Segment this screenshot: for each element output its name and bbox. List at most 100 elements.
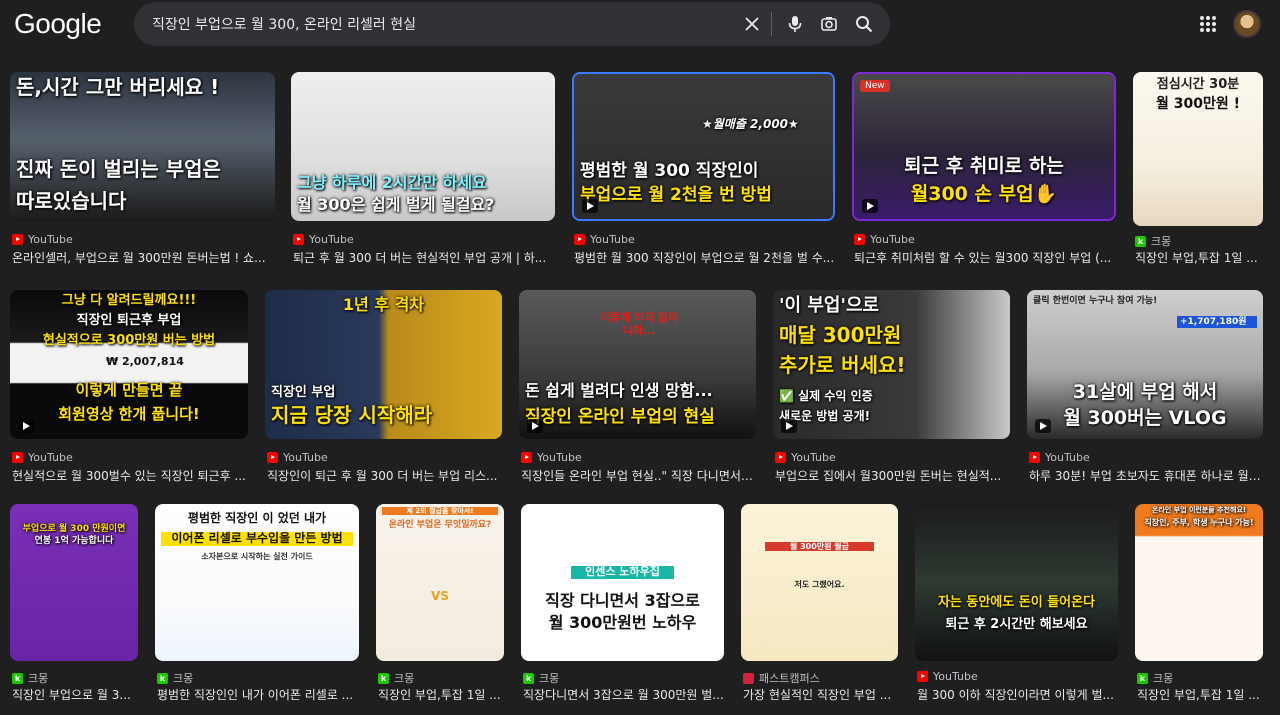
results-row-2: 그냥 다 알려드릴께요!!! 직장인 퇴근후 부업 현실적으로 300만원 버는… (0, 290, 1280, 490)
thumbnail-caption: 연봉 1억 가능합니다 (34, 536, 114, 546)
thumbnail-caption: 직장인 온라인 부업의 현실 (525, 407, 715, 427)
result-title[interactable]: 월 300 이하 직장인이라면 이렇게 벌... (917, 686, 1118, 703)
source-label: YouTube (537, 451, 582, 464)
thumbnail-caption: 월300 손 부업✋ (910, 183, 1058, 205)
result-thumbnail[interactable]: 그냥 하루에 2시간만 하세요 월 300은 쉽게 벌게 될걸요? (291, 72, 555, 221)
result-thumbnail[interactable]: 평범한 직장인 이 었던 내가 이어폰 리셀로 부수입을 만든 방법 소자본으로… (155, 504, 359, 661)
result-thumbnail[interactable]: 온라인 부업 이런분들 추천해요! 직장인, 주부, 학생 누구나 가능! (1135, 504, 1263, 661)
thumbnail-caption: 회원영상 한개 풉니다! (58, 405, 200, 423)
thumbnail-caption: 온라인 부업은 무엇일까요? (388, 520, 492, 530)
google-logo[interactable]: Google (14, 8, 102, 40)
result-title[interactable]: 직장다니면서 3잡으로 월 300만원 벌... (523, 686, 724, 703)
result-thumbnail[interactable]: 이렇게 하지 말라니까... 돈 쉽게 벌려다 인생 망함... 직장인 온라인… (519, 290, 756, 439)
youtube-icon (267, 452, 278, 463)
result-title[interactable]: 직장인들 온라인 부업 현실.." 직장 다니면서 ... (521, 467, 756, 484)
thumbnail-caption: 제 2의 월급을 찾아서! (382, 507, 498, 516)
result-source: k 크몽 (12, 670, 48, 686)
thumbnail-caption: 퇴근 후 취미로 하는 (904, 155, 1064, 177)
source-label: YouTube (309, 233, 354, 246)
result-title[interactable]: 퇴근후 취미처럼 할 수 있는 월300 직장인 부업 (... (854, 249, 1116, 266)
play-icon (862, 199, 878, 213)
source-label: 크몽 (394, 672, 415, 685)
microphone-icon[interactable] (784, 13, 806, 35)
play-icon (781, 419, 797, 433)
result-title[interactable]: 직장인 부업,투잡 1일 ... (378, 686, 504, 703)
result-title[interactable]: 직장인 부업으로 월 3... (12, 686, 138, 703)
search-input[interactable]: 직장인 부업으로 월 300, 온라인 리셀러 현실 (152, 14, 416, 34)
search-box[interactable]: 직장인 부업으로 월 300, 온라인 리셀러 현실 (134, 2, 890, 46)
thumbnail-caption: 직장인 퇴근후 부업 (76, 313, 182, 328)
thumbnail-caption: 월 300만원 ! (1156, 96, 1240, 112)
thumbnail-caption: 매달 300만원 (779, 323, 902, 347)
result-thumbnail[interactable]: 부업으로 월 300 만원이면 연봉 1억 가능합니다 (10, 504, 138, 661)
fastcampus-icon (743, 672, 754, 684)
source-label: 크몽 (539, 672, 560, 685)
result-source: YouTube (775, 451, 836, 464)
thumbnail-caption: 이렇게 하지 말라니까... (599, 311, 679, 337)
result-source: YouTube (854, 233, 915, 246)
thumbnail-caption: 소자본으로 시작하는 실전 가이드 (201, 552, 313, 561)
result-title[interactable]: 하루 30분! 부업 초보자도 휴대폰 하나로 월 ... (1029, 467, 1263, 484)
youtube-icon (854, 234, 865, 245)
result-thumbnail[interactable]: 클릭 한번이면 누구나 참여 가능! +1,707,180원 31살에 부업 해… (1027, 290, 1263, 439)
result-title[interactable]: 현실적으로 월 300벌수 있는 직장인 퇴근후 ... (12, 467, 248, 484)
thumbnail-caption: 이렇게 만들면 끝 (75, 381, 183, 399)
result-title[interactable]: 직장인 부업,투잡 1일 ... (1137, 686, 1263, 703)
result-title[interactable]: 퇴근 후 월 300 더 버는 현실적인 부업 공개 | 하... (293, 249, 555, 266)
new-badge: New (860, 80, 890, 92)
result-thumbnail[interactable]: 자는 동안에도 돈이 들어온다 퇴근 후 2시간만 해보세요 (915, 504, 1118, 661)
youtube-icon (12, 452, 23, 463)
thumbnail-caption: 새로운 방법 공개! (779, 409, 871, 423)
result-thumbnail[interactable]: 그냥 다 알려드릴께요!!! 직장인 퇴근후 부업 현실적으로 300만원 버는… (10, 290, 248, 439)
youtube-icon (521, 452, 532, 463)
youtube-icon (574, 234, 585, 245)
result-title[interactable]: 온라인셀러, 부업으로 월 300만원 돈버는법 ! 쇼... (12, 249, 275, 266)
source-label: YouTube (28, 233, 73, 246)
result-thumbnail[interactable]: New 퇴근 후 취미로 하는 월300 손 부업✋ (852, 72, 1116, 221)
result-thumbnail[interactable]: 제 2의 월급을 찾아서! 온라인 부업은 무엇일까요? VS (376, 504, 504, 661)
thumbnail-caption: 점심시간 30분 (1156, 77, 1240, 92)
source-label: YouTube (933, 670, 978, 683)
result-title[interactable]: 가장 현실적인 직장인 부업 ... (743, 686, 898, 703)
source-label: YouTube (590, 233, 635, 246)
thumbnail-caption: 월 300버는 VLOG (1063, 407, 1227, 429)
thumbnail-caption: 지금 당장 시작해라 (271, 403, 433, 427)
source-label: YouTube (791, 451, 836, 464)
thumbnail-caption: 월 300은 쉽게 벌게 될걸요? (297, 195, 495, 214)
source-label: YouTube (1045, 451, 1090, 464)
result-source: YouTube (574, 233, 635, 246)
result-thumbnail[interactable]: 인센스 노하우집 직장 다니면서 3잡으로 월 300만원번 노하우 (521, 504, 724, 661)
apps-grid-icon[interactable] (1197, 13, 1219, 35)
kmong-icon: k (523, 672, 534, 684)
thumbnail-caption: 퇴근 후 2시간만 해보세요 (945, 617, 1088, 632)
camera-lens-icon[interactable] (818, 13, 840, 35)
result-title[interactable]: 직장인이 퇴근 후 월 300 더 버는 부업 리스... (267, 467, 502, 484)
youtube-icon (12, 234, 23, 245)
kmong-icon: k (12, 672, 23, 684)
thumbnail-caption: 평범한 직장인 이 었던 내가 (187, 511, 327, 525)
result-title[interactable]: 직장인 부업,투잡 1일 ... (1135, 249, 1263, 266)
result-thumbnail[interactable]: 점심시간 30분 월 300만원 ! (1133, 72, 1263, 226)
result-thumbnail[interactable]: ★월매출 2,000★ 평범한 월 300 직장인이 부업으로 월 2천을 번 … (572, 72, 835, 221)
thumbnail-caption: 직장인 부업 (271, 385, 336, 400)
search-icon[interactable] (853, 13, 875, 35)
result-source: k 크몽 (523, 670, 559, 686)
youtube-icon (775, 452, 786, 463)
clear-icon[interactable] (741, 13, 763, 35)
result-thumbnail[interactable]: 월 300만원 월급 저도 그랬어요. (741, 504, 898, 661)
result-title[interactable]: 평범한 월 300 직장인이 부업으로 월 2천을 벌 수... (574, 249, 835, 266)
play-icon (527, 419, 543, 433)
result-thumbnail[interactable]: 돈,시간 그만 버리세요 ! 진짜 돈이 벌리는 부업은 따로있습니다 (10, 72, 275, 221)
result-title[interactable]: 부업으로 집에서 월300만원 돈버는 현실적... (775, 467, 1010, 484)
source-label: 크몽 (1151, 235, 1172, 248)
kmong-icon: k (378, 672, 389, 684)
kmong-icon: k (157, 672, 168, 684)
play-icon (1035, 419, 1051, 433)
result-title[interactable]: 평범한 직장인인 내가 이어폰 리셀로 ... (157, 686, 359, 703)
result-source: YouTube (1029, 451, 1090, 464)
result-source: YouTube (267, 451, 328, 464)
result-thumbnail[interactable]: 1년 후 격차 직장인 부업 지금 당장 시작해라 (265, 290, 502, 439)
account-avatar[interactable] (1233, 10, 1261, 38)
thumbnail-caption: 돈 쉽게 벌려다 인생 망함... (525, 381, 713, 400)
result-thumbnail[interactable]: '이 부업'으로 매달 300만원 추가로 버세요! ✅ 실제 수익 인증 새로… (773, 290, 1010, 439)
